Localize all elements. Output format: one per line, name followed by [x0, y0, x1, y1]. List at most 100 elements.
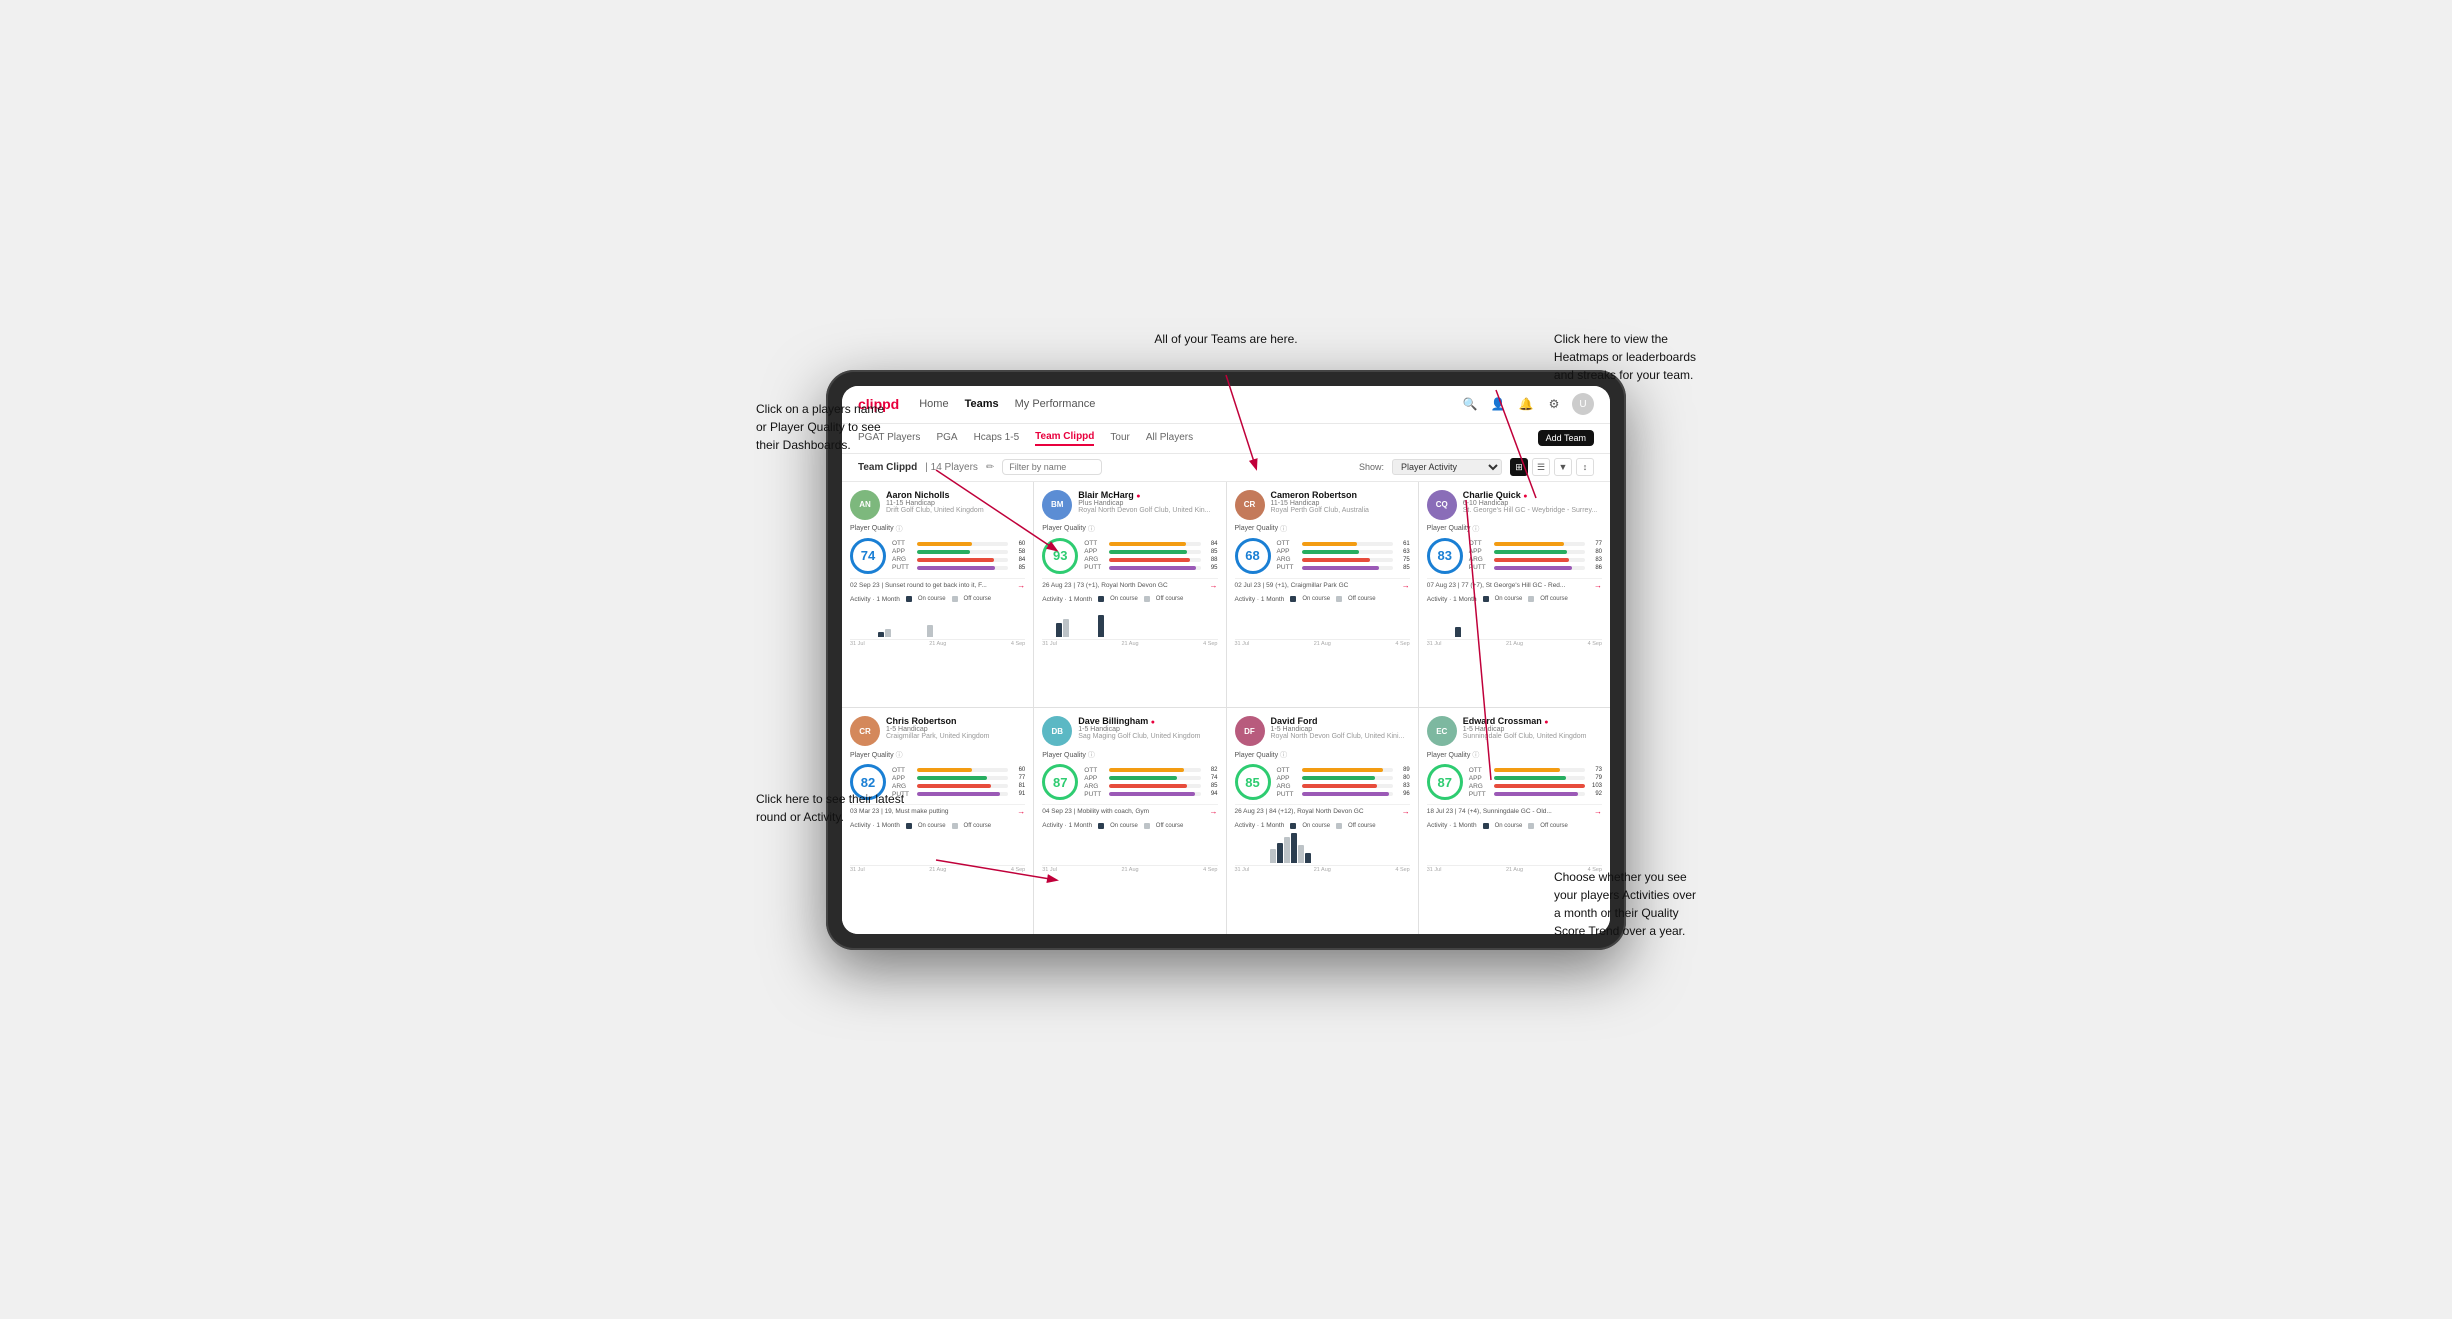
quality-section[interactable]: 68 OTT 61 APP 63 ARG — [1235, 538, 1410, 574]
date-start: 31 Jul — [1235, 867, 1250, 873]
date-start: 31 Jul — [1235, 641, 1250, 647]
quality-section[interactable]: 83 OTT 77 APP 80 ARG — [1427, 538, 1602, 574]
score-circle[interactable]: 83 — [1427, 538, 1463, 574]
stat-bar — [917, 566, 995, 570]
notification-icon[interactable]: 🔔 — [1516, 394, 1536, 414]
last-round[interactable]: 02 Jul 23 | 59 (+1), Craigmillar Park GC… — [1235, 578, 1410, 590]
score-circle[interactable]: 74 — [850, 538, 886, 574]
stat-bar — [1109, 550, 1187, 554]
player-name[interactable]: Charlie Quick ● — [1463, 490, 1602, 500]
last-round-text: 26 Aug 23 | 73 (+1), Royal North Devon G… — [1042, 582, 1167, 589]
score-circle[interactable]: 68 — [1235, 538, 1271, 574]
profile-icon[interactable]: 👤 — [1488, 394, 1508, 414]
quality-section[interactable]: 87 OTT 73 APP 79 ARG — [1427, 764, 1602, 800]
player-name[interactable]: Edward Crossman ● — [1463, 716, 1602, 726]
player-avatar[interactable]: EC — [1427, 716, 1457, 746]
player-card[interactable]: CR Cameron Robertson 11-15 Handicap Roya… — [1227, 482, 1418, 708]
activity-bar-empty — [1462, 861, 1468, 863]
activity-bar-empty — [1305, 635, 1311, 637]
last-round-arrow[interactable]: → — [1594, 807, 1602, 816]
nav-teams[interactable]: Teams — [965, 398, 999, 410]
last-round[interactable]: 04 Sep 23 | Mobility with coach, Gym → — [1042, 804, 1217, 816]
last-round[interactable]: 07 Aug 23 | 77 (+7), St George's Hill GC… — [1427, 578, 1602, 590]
player-card[interactable]: DB Dave Billingham ● 1-5 Handicap Sag Ma… — [1034, 708, 1225, 934]
player-name[interactable]: Blair McHarg ● — [1078, 490, 1217, 500]
last-round-arrow[interactable]: → — [1594, 581, 1602, 590]
player-avatar[interactable]: BM — [1042, 490, 1072, 520]
quality-section[interactable]: 87 OTT 82 APP 74 ARG — [1042, 764, 1217, 800]
ipad-shell: clippd Home Teams My Performance 🔍 👤 🔔 ⚙… — [826, 370, 1626, 950]
last-round[interactable]: 26 Aug 23 | 84 (+12), Royal North Devon … — [1235, 804, 1410, 816]
last-round[interactable]: 18 Jul 23 | 74 (+4), Sunningdale GC - Ol… — [1427, 804, 1602, 816]
nav-my-performance[interactable]: My Performance — [1015, 398, 1096, 410]
stat-bar — [1494, 784, 1585, 788]
last-round-arrow[interactable]: → — [1402, 807, 1410, 816]
annotation-top-right: Click here to view theHeatmaps or leader… — [1554, 330, 1696, 384]
last-round-arrow[interactable]: → — [1017, 581, 1025, 590]
quality-section[interactable]: 93 OTT 84 APP 85 ARG — [1042, 538, 1217, 574]
search-icon[interactable]: 🔍 — [1460, 394, 1480, 414]
player-card[interactable]: DF David Ford 1-5 Handicap Royal North D… — [1227, 708, 1418, 934]
quality-section[interactable]: 85 OTT 89 APP 80 ARG — [1235, 764, 1410, 800]
last-round[interactable]: 02 Sep 23 | Sunset round to get back int… — [850, 578, 1025, 590]
stat-bar — [1109, 566, 1196, 570]
tab-team-clippd[interactable]: Team Clippd — [1035, 431, 1094, 446]
score-circle[interactable]: 87 — [1042, 764, 1078, 800]
activity-label: Activity · 1 Month On course Off course — [1235, 822, 1410, 829]
last-round-arrow[interactable]: → — [1210, 807, 1218, 816]
nav-home[interactable]: Home — [919, 398, 948, 410]
player-avatar[interactable]: CR — [850, 716, 880, 746]
player-avatar[interactable]: DF — [1235, 716, 1265, 746]
legend-on-dot — [1290, 823, 1296, 829]
stat-name: OTT — [1469, 540, 1491, 547]
player-avatar[interactable]: AN — [850, 490, 880, 520]
stat-value: 77 — [1011, 775, 1025, 781]
add-team-button[interactable]: Add Team — [1538, 430, 1594, 446]
stat-value: 74 — [1204, 775, 1218, 781]
avatar[interactable]: U — [1572, 393, 1594, 415]
mini-chart — [1042, 831, 1217, 866]
show-select[interactable]: Player Activity Quality Score Trend — [1392, 459, 1502, 475]
stat-value: 95 — [1204, 565, 1218, 571]
stat-value: 80 — [1588, 549, 1602, 555]
player-card[interactable]: AN Aaron Nicholls 11-15 Handicap Drift G… — [842, 482, 1033, 708]
stat-row: PUTT 85 — [892, 564, 1025, 571]
player-card[interactable]: BM Blair McHarg ● Plus Handicap Royal No… — [1034, 482, 1225, 708]
settings-icon[interactable]: ⚙ — [1544, 394, 1564, 414]
score-circle[interactable]: 87 — [1427, 764, 1463, 800]
table-view-icon[interactable]: ☰ — [1532, 458, 1550, 476]
last-round[interactable]: 26 Aug 23 | 73 (+1), Royal North Devon G… — [1042, 578, 1217, 590]
filter-input[interactable] — [1002, 459, 1102, 475]
filter-icon[interactable]: ▼ — [1554, 458, 1572, 476]
last-round-arrow[interactable]: → — [1017, 807, 1025, 816]
tab-pga[interactable]: PGA — [936, 432, 957, 445]
player-avatar[interactable]: CR — [1235, 490, 1265, 520]
score-circle[interactable]: 85 — [1235, 764, 1271, 800]
activity-bar-empty — [850, 635, 856, 637]
edit-icon[interactable]: ✏ — [986, 462, 994, 473]
player-name[interactable]: David Ford — [1271, 716, 1410, 726]
last-round-arrow[interactable]: → — [1210, 581, 1218, 590]
player-avatar[interactable]: CQ — [1427, 490, 1457, 520]
player-avatar[interactable]: DB — [1042, 716, 1072, 746]
player-name[interactable]: Aaron Nicholls — [886, 490, 1025, 500]
player-card[interactable]: CQ Charlie Quick ● 6-10 Handicap St. Geo… — [1419, 482, 1610, 708]
last-round-arrow[interactable]: → — [1402, 581, 1410, 590]
player-name[interactable]: Chris Robertson — [886, 716, 1025, 726]
quality-section[interactable]: 74 OTT 60 APP 58 ARG — [850, 538, 1025, 574]
sort-icon[interactable]: ↕ — [1576, 458, 1594, 476]
annotation-top-center: All of your Teams are here. — [1154, 330, 1297, 348]
activity-bar-empty — [1091, 861, 1097, 863]
activity-bar-empty — [941, 861, 947, 863]
stat-bar — [1109, 792, 1195, 796]
stat-bar-bg — [1494, 566, 1585, 570]
tab-all-players[interactable]: All Players — [1146, 432, 1193, 445]
activity-bar-empty — [1476, 861, 1482, 863]
player-name[interactable]: Dave Billingham ● — [1078, 716, 1217, 726]
score-circle[interactable]: 93 — [1042, 538, 1078, 574]
tab-tour[interactable]: Tour — [1110, 432, 1129, 445]
player-name[interactable]: Cameron Robertson — [1271, 490, 1410, 500]
grid-view-icon[interactable]: ⊞ — [1510, 458, 1528, 476]
tab-hcaps[interactable]: Hcaps 1-5 — [974, 432, 1020, 445]
stat-name: APP — [1277, 775, 1299, 782]
